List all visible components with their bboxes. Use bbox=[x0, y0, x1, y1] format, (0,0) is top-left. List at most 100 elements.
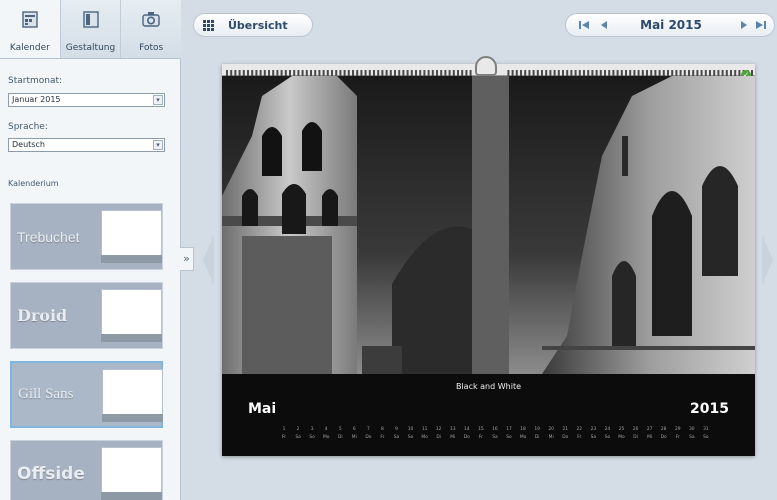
day-number: 9 bbox=[395, 427, 398, 432]
layout-icon bbox=[82, 11, 99, 28]
day-number: 21 bbox=[562, 427, 569, 432]
tab-label: Fotos bbox=[139, 43, 164, 53]
weekday-label: So bbox=[506, 435, 512, 440]
weekday-label: Sa bbox=[689, 435, 695, 440]
theme-name: Droid bbox=[17, 306, 68, 325]
day-number: 10 bbox=[407, 427, 414, 432]
theme-preview-strip bbox=[101, 334, 162, 342]
double-chevron-right-icon: » bbox=[183, 252, 190, 265]
photo-caption: Black and White bbox=[455, 382, 522, 391]
overview-label: Übersicht bbox=[228, 18, 288, 32]
theme-section-label: Kalenderium bbox=[8, 179, 59, 188]
tab-label: Kalender bbox=[9, 43, 50, 53]
weekday-label: Mi bbox=[548, 435, 554, 440]
day-number: 12 bbox=[435, 427, 442, 432]
camera-icon bbox=[142, 12, 160, 27]
weekday-label: Do bbox=[463, 435, 470, 440]
black-and-white-photo bbox=[222, 76, 755, 374]
day-number: 13 bbox=[449, 427, 456, 432]
theme-card-droid[interactable]: Droid bbox=[10, 282, 163, 349]
last-page-button[interactable] bbox=[755, 19, 767, 31]
day-number: 15 bbox=[478, 427, 484, 432]
day-number: 6 bbox=[352, 427, 356, 432]
next-page-arrow[interactable] bbox=[760, 230, 776, 290]
theme-card-trebuchet[interactable]: Trebuchet bbox=[10, 203, 163, 270]
weekday-label: Mo bbox=[421, 435, 428, 440]
collapse-sidebar-button[interactable]: » bbox=[180, 247, 194, 271]
theme-preview-strip bbox=[101, 255, 162, 263]
day-number: 24 bbox=[604, 427, 611, 432]
weekday-label: Mi bbox=[351, 435, 357, 440]
weekday-label: So bbox=[407, 435, 414, 440]
weekday-label: So bbox=[703, 435, 709, 440]
language-select[interactable]: Deutsch ▾ bbox=[8, 138, 165, 152]
chevron-down-icon: ▾ bbox=[153, 95, 163, 105]
theme-name: Gill Sans bbox=[18, 386, 74, 402]
first-page-button[interactable] bbox=[578, 19, 590, 31]
day-number: 28 bbox=[660, 427, 667, 432]
weekday-label: Mo bbox=[519, 435, 527, 440]
day-number: 1 bbox=[282, 427, 286, 432]
weekday-label: Fr bbox=[478, 435, 483, 440]
weekday-label: Fr bbox=[281, 435, 286, 440]
start-month-select[interactable]: Januar 2015 ▾ bbox=[8, 93, 165, 107]
sidebar: Kalender Gestaltung Fotos Startmonat: Ja… bbox=[0, 0, 181, 500]
day-number: 25 bbox=[618, 427, 625, 432]
calendar-photo[interactable] bbox=[222, 76, 755, 374]
current-month: Mai 2015 bbox=[640, 18, 702, 32]
tab-gestaltung[interactable]: Gestaltung bbox=[61, 0, 122, 58]
day-number: 23 bbox=[590, 427, 597, 432]
language-label: Sprache: bbox=[8, 122, 48, 132]
day-number: 19 bbox=[534, 427, 540, 432]
weekday-label: Mi bbox=[450, 435, 456, 440]
day-number: 26 bbox=[632, 427, 639, 432]
day-number: 7 bbox=[366, 427, 370, 432]
theme-card-gill-sans[interactable]: Gill Sans bbox=[10, 361, 163, 428]
day-number: 18 bbox=[520, 427, 526, 432]
weekday-label: Di bbox=[633, 435, 638, 440]
day-number: 31 bbox=[703, 427, 709, 432]
weekday-label: Do bbox=[365, 435, 372, 440]
day-number: 17 bbox=[506, 427, 512, 432]
theme-name: Offside bbox=[17, 463, 85, 484]
weekday-label: Di bbox=[337, 435, 343, 440]
theme-card-offside[interactable]: Offside bbox=[10, 440, 163, 500]
weekday-label: Mi bbox=[647, 435, 653, 440]
day-number: 8 bbox=[381, 427, 384, 432]
day-number: 11 bbox=[421, 427, 428, 432]
month-navigator: Mai 2015 bbox=[565, 13, 775, 37]
day-number: 30 bbox=[689, 427, 695, 432]
weekday-label: Do bbox=[660, 435, 667, 440]
weekday-label: So bbox=[604, 435, 611, 440]
weekday-label: So bbox=[309, 435, 315, 440]
theme-name: Trebuchet bbox=[17, 228, 80, 245]
day-number-row: 1 2 3 4 5 6 7 8 9 10 11 12 13 14 15 16 17 18 19 20 21 22 23 24 2… bbox=[280, 427, 710, 435]
calendar-day-grid: 1 2 3 4 5 6 7 8 9 10 11 12 13 14 15 16 17 18 19 20 21 22 23 24 2… bbox=[280, 427, 710, 443]
weekday-label: Di bbox=[534, 435, 540, 440]
day-number: 4 bbox=[324, 427, 328, 432]
day-number: 14 bbox=[464, 427, 470, 432]
theme-preview-strip bbox=[102, 414, 163, 422]
calendar-page: ✓ Black and White Mai 2015 1 2 3 4 5 6 7… bbox=[222, 56, 755, 456]
day-number: 22 bbox=[576, 427, 583, 432]
weekday-label: Mo bbox=[322, 435, 330, 440]
weekday-label: Fr bbox=[380, 435, 385, 440]
day-number: 3 bbox=[310, 427, 314, 432]
day-number: 20 bbox=[548, 427, 554, 432]
tab-label: Gestaltung bbox=[65, 43, 116, 53]
day-number: 29 bbox=[674, 427, 681, 432]
chevron-down-icon: ▾ bbox=[153, 140, 163, 150]
start-month-label: Startmonat: bbox=[8, 76, 63, 86]
tab-fotos[interactable]: Fotos bbox=[121, 0, 181, 58]
overview-button[interactable]: Übersicht bbox=[193, 13, 313, 37]
calendar-icon bbox=[22, 11, 38, 28]
previous-page-button[interactable] bbox=[598, 19, 610, 31]
tab-kalender[interactable]: Kalender bbox=[0, 0, 61, 58]
next-page-button[interactable] bbox=[738, 19, 750, 31]
calendar-year: 2015 bbox=[690, 401, 729, 417]
weekday-row: Fr Sa So Mo Di Mi Do Fr Sa So Mo Di Mi Do Fr Sa So Mo Di Mi… bbox=[280, 435, 710, 443]
day-number: 16 bbox=[492, 427, 498, 432]
weekday-label: Fr bbox=[577, 435, 582, 440]
previous-page-arrow[interactable] bbox=[200, 230, 216, 290]
tab-bar: Kalender Gestaltung Fotos bbox=[0, 0, 181, 59]
